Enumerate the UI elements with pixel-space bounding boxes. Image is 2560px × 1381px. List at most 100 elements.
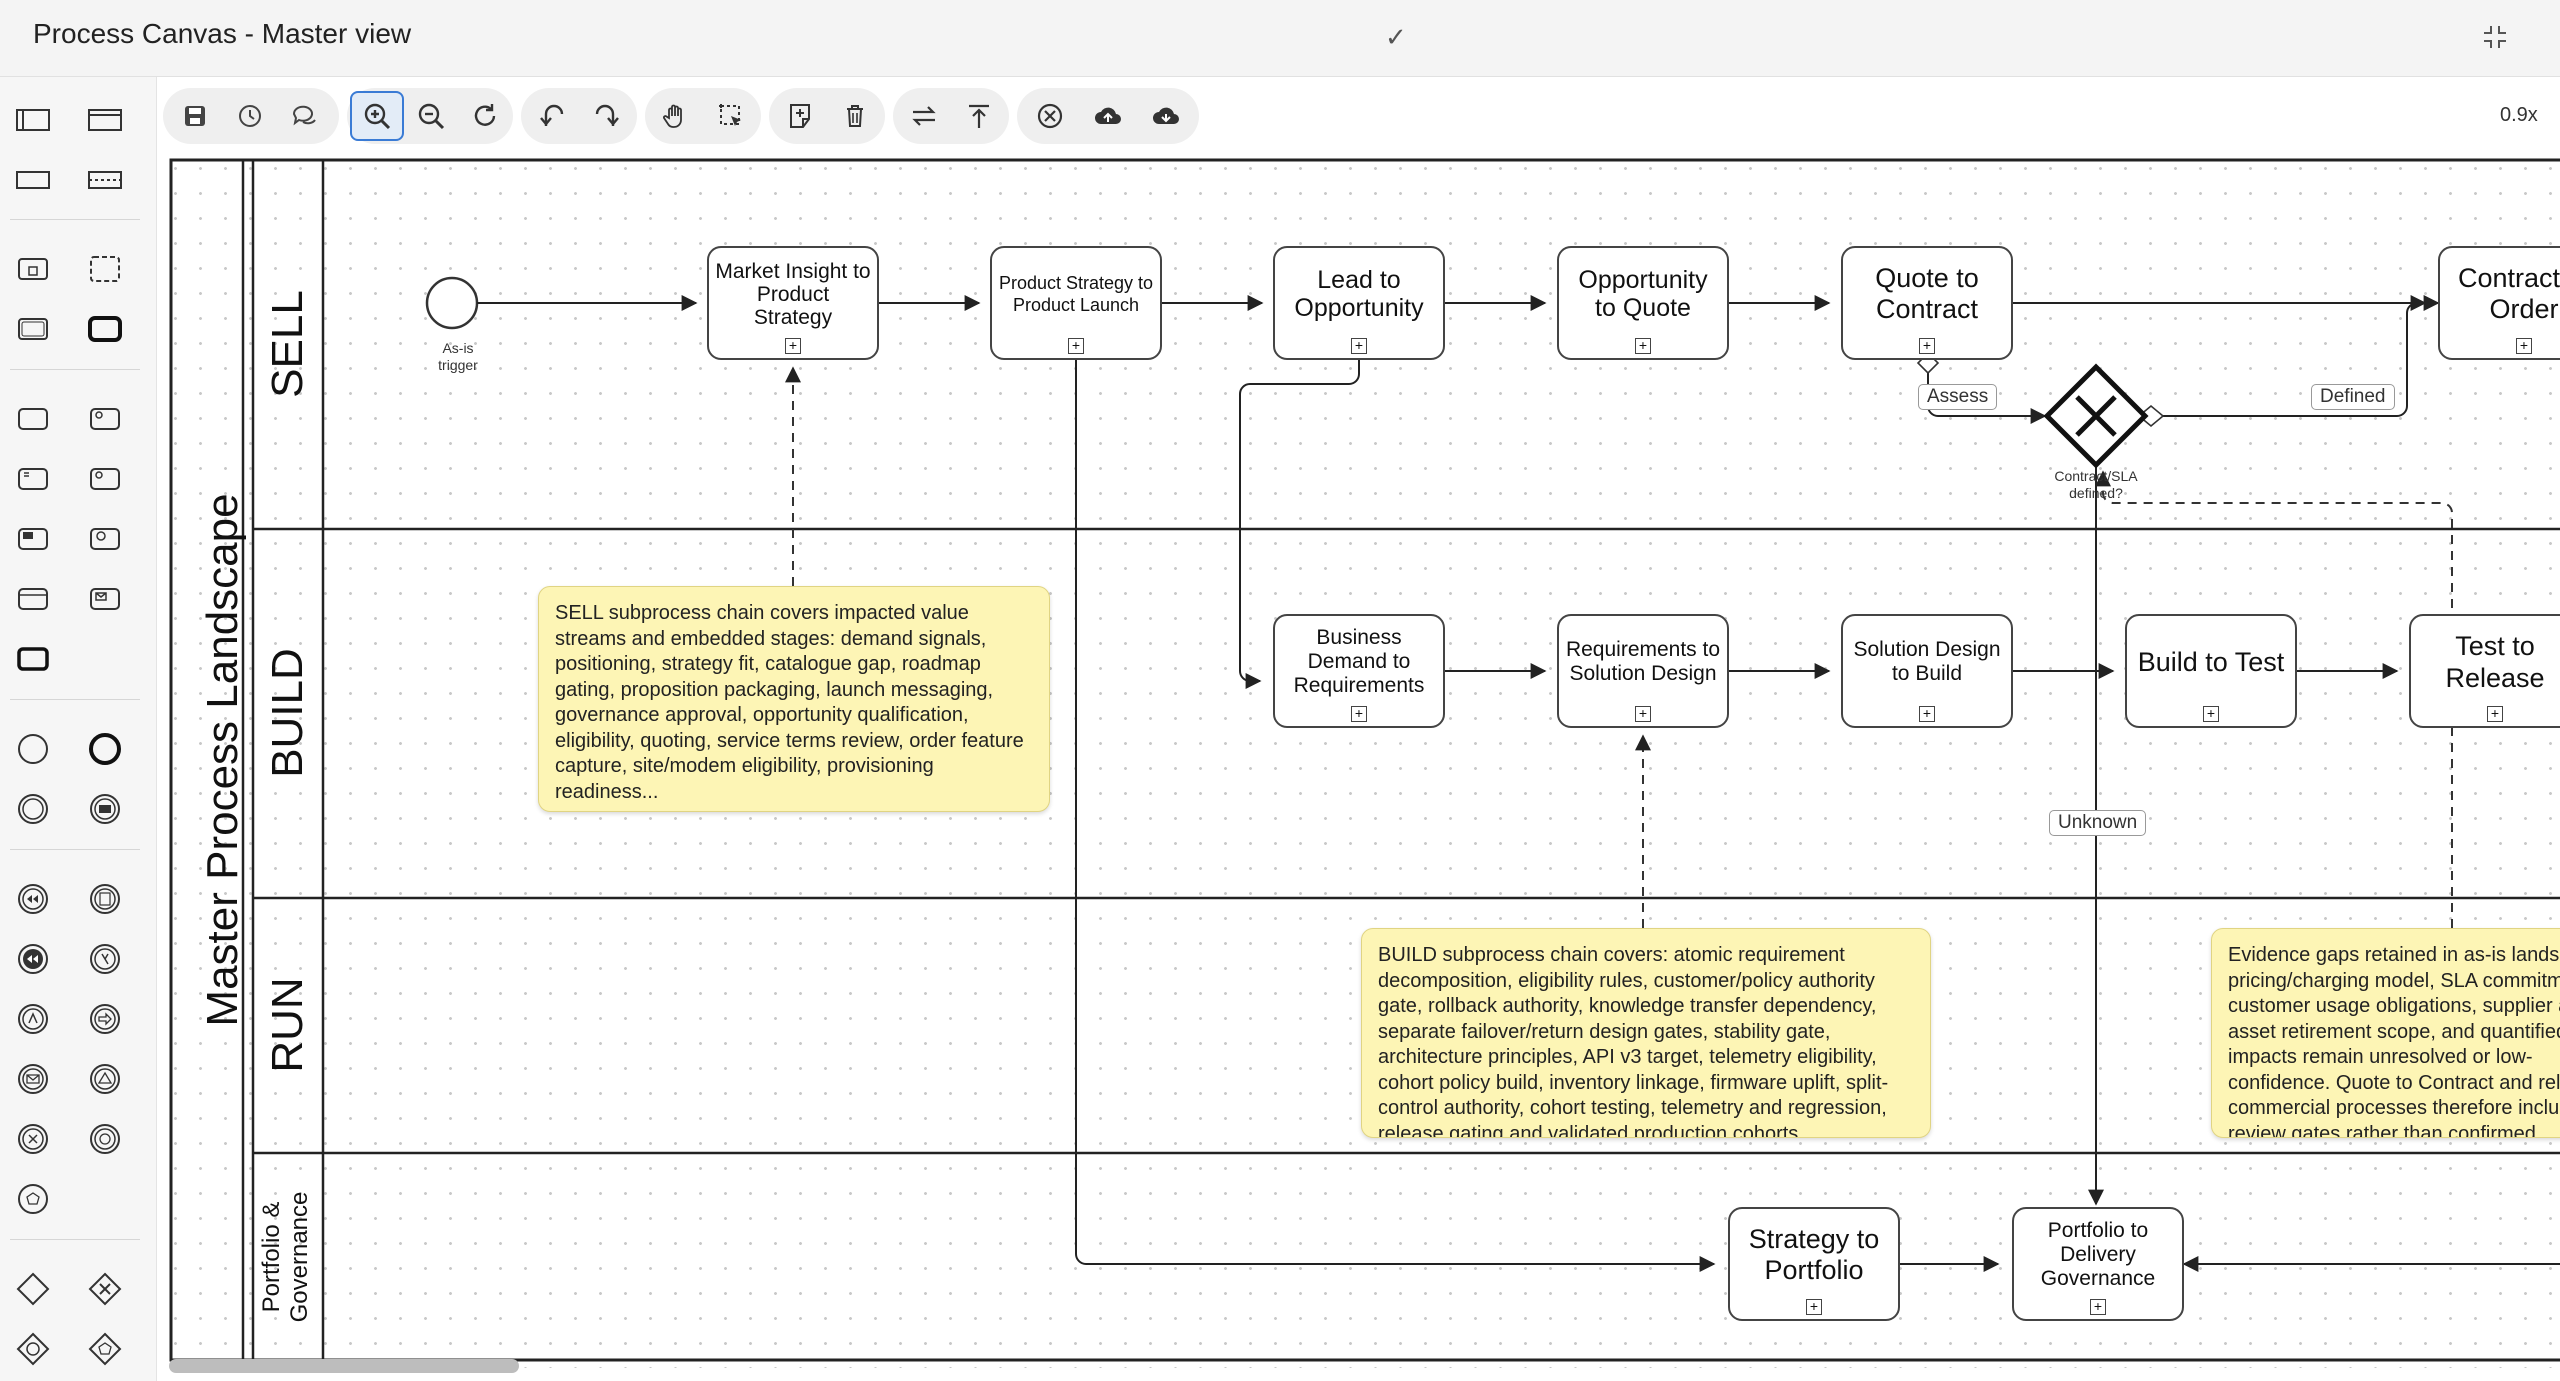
check-icon[interactable]: ✓ (1385, 22, 1407, 53)
scrollbar-thumb[interactable] (169, 1359, 519, 1373)
lane-label-run: RUN (263, 977, 312, 1073)
message-task-icon[interactable] (81, 575, 129, 623)
signal-event-icon[interactable] (81, 1055, 129, 1103)
lane-label-portfolio-line1: Portfolio & (258, 1201, 285, 1313)
lane-icon[interactable] (9, 156, 57, 204)
exclusive-gateway-icon[interactable] (81, 1265, 129, 1313)
lane-label-portfolio: Portfolio & Governance (258, 1157, 318, 1357)
pentagon-event-icon[interactable] (9, 1175, 57, 1223)
expand-subprocess-icon[interactable]: + (2516, 338, 2532, 354)
shape-palette (0, 77, 157, 1381)
annotation-build[interactable]: BUILD subprocess chain covers: atomic re… (1361, 928, 1931, 1138)
zoom-level: 0.9x (2500, 104, 2538, 126)
expand-subprocess-icon[interactable]: + (1068, 338, 1084, 354)
window-title: Process Canvas - Master view (33, 18, 412, 49)
annotation-evidence[interactable]: Evidence gaps retained in as-is landscap… (2211, 928, 2560, 1138)
horizontal-scrollbar[interactable] (163, 1356, 2560, 1376)
cloud-upload-icon[interactable] (1081, 91, 1135, 141)
task-test-to-release[interactable]: Test to Release + (2409, 614, 2560, 728)
task-portfolio-to-delivery[interactable]: Portfolio to Delivery Governance + (2012, 1207, 2184, 1321)
task-strategy-to-portfolio[interactable]: Strategy to Portfolio + (1728, 1207, 1900, 1321)
user-task-icon[interactable] (81, 395, 129, 443)
send-task-icon[interactable] (9, 515, 57, 563)
message-event-icon[interactable] (9, 1055, 57, 1103)
history-icon[interactable] (223, 91, 277, 141)
conditional-event-icon[interactable] (81, 875, 129, 923)
expand-subprocess-icon[interactable]: + (1806, 1299, 1822, 1315)
task-solution-design[interactable]: Solution Design to Build + (1841, 614, 2013, 728)
create-element-icon[interactable] (773, 91, 827, 141)
expand-subprocess-icon[interactable]: + (1919, 338, 1935, 354)
expand-subprocess-icon[interactable]: + (1635, 338, 1651, 354)
expanded-subprocess-icon[interactable] (9, 305, 57, 353)
event-gateway-icon[interactable] (9, 1325, 57, 1373)
lane-label-portfolio-line2: Governance (286, 1191, 313, 1323)
flow-label-defined: Defined (2311, 384, 2395, 410)
compensation-throw-event-icon[interactable] (9, 935, 57, 983)
message-end-event-icon[interactable] (81, 785, 129, 833)
expand-subprocess-icon[interactable]: + (1351, 706, 1367, 722)
swap-icon[interactable] (897, 91, 951, 141)
cloud-download-icon[interactable] (1139, 91, 1193, 141)
collapse-icon[interactable] (2480, 22, 2510, 52)
annotation-sell[interactable]: SELL subprocess chain covers impacted va… (538, 586, 1050, 812)
expand-subprocess-icon[interactable]: + (2487, 706, 2503, 722)
delete-icon[interactable] (828, 91, 882, 141)
call-activity-icon[interactable] (81, 305, 129, 353)
task-icon[interactable] (9, 395, 57, 443)
escalation-event-icon[interactable] (81, 935, 129, 983)
expand-subprocess-icon[interactable]: + (1635, 706, 1651, 722)
flow-label-assess: Assess (1918, 384, 1998, 410)
manual-task-icon[interactable] (9, 575, 57, 623)
subprocess-icon[interactable] (9, 245, 57, 293)
zoom-out-icon[interactable] (404, 91, 458, 141)
start-event-icon[interactable] (9, 725, 57, 773)
lane-divider-icon[interactable] (81, 156, 129, 204)
diagram-canvas[interactable]: Master Process Landscape SELL BUILD RUN … (163, 156, 2560, 1368)
gateway-icon[interactable] (9, 1265, 57, 1313)
compensation-event-icon[interactable] (9, 875, 57, 923)
end-event-icon[interactable] (81, 725, 129, 773)
script-task-icon[interactable] (9, 455, 57, 503)
align-top-icon[interactable] (952, 91, 1006, 141)
task-lead-to-opportunity[interactable]: Lead to Opportunity + (1273, 246, 1445, 360)
group-icon[interactable] (81, 245, 129, 293)
task-product-strategy[interactable]: Product Strategy to Product Launch + (990, 246, 1162, 360)
task-requirements-to-solution[interactable]: Requirements to Solution Design + (1557, 614, 1729, 728)
business-rule-task-icon[interactable] (81, 455, 129, 503)
intermediate-event-icon[interactable] (9, 785, 57, 833)
cancel-event-icon[interactable] (9, 1115, 57, 1163)
task-opportunity-to-quote[interactable]: Opportunity to Quote + (1557, 246, 1729, 360)
hand-tool-icon[interactable] (649, 91, 703, 141)
transaction-icon[interactable] (9, 635, 57, 683)
task-build-to-test[interactable]: Build to Test + (2125, 614, 2297, 728)
link-event-icon[interactable] (9, 995, 57, 1043)
gateway-label: Contract/SLA defined? (2054, 468, 2138, 501)
task-market-insight[interactable]: Market Insight to Product Strategy + (707, 246, 879, 360)
task-contract-to-order[interactable]: Contract to Order+ (2438, 246, 2560, 360)
pool-horizontal-icon[interactable] (9, 96, 57, 144)
start-event (425, 276, 479, 330)
pool-vertical-icon[interactable] (81, 96, 129, 144)
expand-subprocess-icon[interactable]: + (2090, 1299, 2106, 1315)
redo-icon[interactable] (580, 91, 634, 141)
task-business-demand[interactable]: Business Demand to Requirements + (1273, 614, 1445, 728)
undo-icon[interactable] (525, 91, 579, 141)
save-icon[interactable] (168, 91, 222, 141)
expand-subprocess-icon[interactable]: + (1351, 338, 1367, 354)
receive-task-icon[interactable] (81, 515, 129, 563)
expand-subprocess-icon[interactable]: + (785, 338, 801, 354)
reset-zoom-icon[interactable] (458, 91, 512, 141)
lasso-tool-icon[interactable] (704, 91, 758, 141)
complex-gateway-icon[interactable] (81, 1325, 129, 1373)
expand-subprocess-icon[interactable]: + (1919, 706, 1935, 722)
expand-subprocess-icon[interactable]: + (2203, 706, 2219, 722)
lane-label-sell: SELL (263, 290, 312, 398)
zoom-in-icon[interactable] (350, 91, 404, 141)
close-circle-icon[interactable] (1023, 91, 1077, 141)
comments-icon[interactable] (278, 91, 332, 141)
multiple-event-icon[interactable] (81, 1115, 129, 1163)
title-bar: Process Canvas - Master view ✓ (0, 0, 2560, 77)
task-quote-to-contract[interactable]: Quote to Contract + (1841, 246, 2013, 360)
signal-link-event-icon[interactable] (81, 995, 129, 1043)
